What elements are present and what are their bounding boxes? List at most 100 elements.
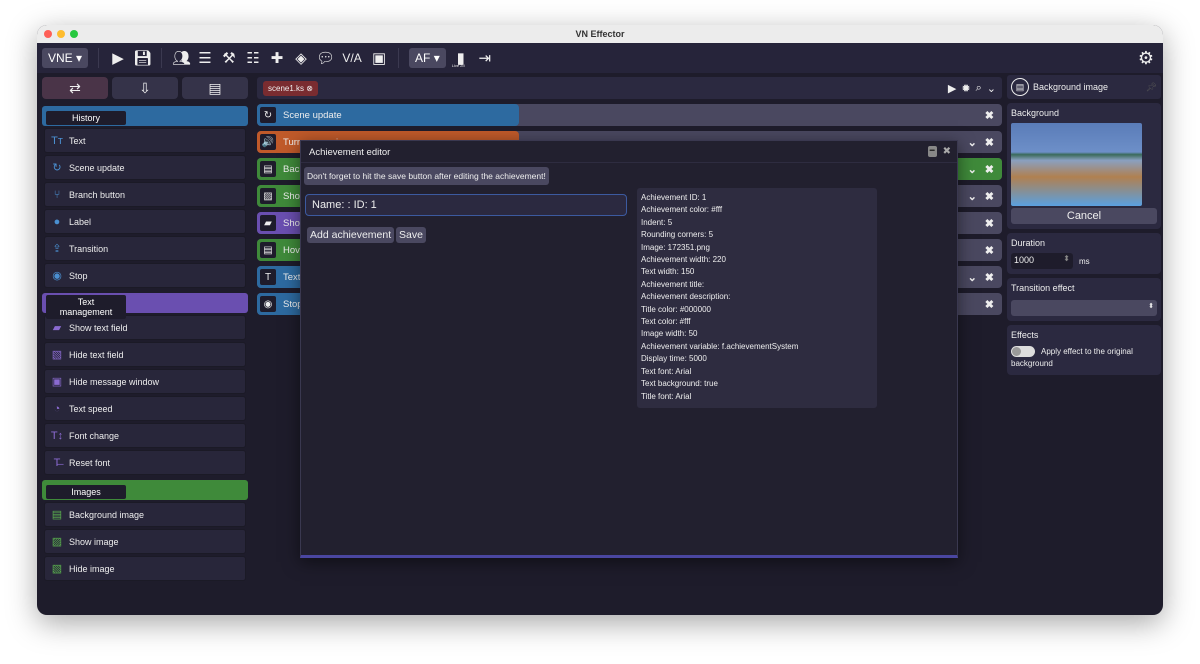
palette-item[interactable]: ↻ Scene update: [44, 155, 246, 180]
chevron-down-icon[interactable]: ⌄: [968, 190, 977, 203]
delete-icon[interactable]: ✖: [985, 244, 994, 257]
va-icon[interactable]: V/A: [340, 51, 364, 65]
row-icon: ▨: [259, 187, 277, 205]
palette-item-label: Transition: [69, 243, 109, 254]
properties-panel: ▤ Background image 📌︎ Background Cancel Du…: [1007, 75, 1161, 615]
search-icon[interactable]: ⌕: [976, 82, 982, 95]
palette-item[interactable]: Tт Text: [44, 128, 246, 153]
layers-icon[interactable]: ◈: [292, 49, 310, 67]
file-tab[interactable]: scene1.ks ⊗: [263, 80, 318, 96]
section-header: Images: [42, 480, 248, 500]
script-row[interactable]: ↻ Scene update ✖: [257, 104, 1002, 126]
script-editor: scene1.ks ⊗ ▶✹⌕⌄ ↻Scene update✖🔊Turn on …: [255, 75, 1004, 615]
section-title: Text management: [46, 295, 126, 319]
duration-label: Duration: [1011, 238, 1046, 248]
palette-item[interactable]: ◔ Text speed: [44, 396, 246, 421]
close-window-button[interactable]: [44, 30, 52, 38]
cancel-button[interactable]: Cancel: [1011, 208, 1157, 224]
add-achievement-button[interactable]: Add achievement: [307, 227, 395, 243]
duration-input[interactable]: 1000 ⬍: [1011, 253, 1073, 269]
row-label: Scene update: [283, 109, 342, 121]
list-icon[interactable]: ☷: [244, 49, 262, 67]
palette-item[interactable]: T̶ Reset font: [44, 450, 246, 475]
characters-icon[interactable]: 👥︎: [172, 49, 191, 67]
play-icon[interactable]: ▶: [948, 82, 956, 95]
transition-effect-select[interactable]: ⬍: [1011, 300, 1157, 316]
minimize-window-button[interactable]: [57, 30, 65, 38]
pin-icon[interactable]: 📌︎: [1146, 82, 1157, 93]
duration-unit: ms: [1079, 256, 1090, 266]
palette-item[interactable]: ▨ Show image: [44, 529, 246, 554]
save-button[interactable]: Save: [396, 227, 426, 243]
palette-item[interactable]: ⑂ Branch button: [44, 182, 246, 207]
palette-item-icon: ▤: [51, 509, 63, 521]
settings-sliders-icon[interactable]: ☰: [196, 49, 214, 67]
apply-effect-toggle[interactable]: [1011, 346, 1035, 358]
window-icon[interactable]: ▣: [370, 49, 388, 67]
delete-icon[interactable]: ✖: [985, 190, 994, 203]
section-title: History: [46, 111, 126, 125]
stepper-icon[interactable]: ⬍: [1063, 254, 1070, 263]
achievement-select-value: Name: : ID: 1: [312, 199, 377, 211]
title-bar: VN Effector: [37, 25, 1163, 43]
delete-icon[interactable]: ✖: [985, 217, 994, 230]
detail-line: Display time: 5000: [641, 354, 707, 364]
toolbar: VNE ▾ ▶ 💾︎ 👥︎ ☰ ⚒ ☷ ✚ ◈ 💬︎ V/A ▣ AF ▾ ▮ L…: [37, 43, 1163, 73]
delete-icon[interactable]: ✖: [985, 163, 994, 176]
tab-flow[interactable]: ⇄: [42, 77, 108, 99]
live2d-icon[interactable]: ▮ Live 2d: [451, 49, 470, 68]
chevron-down-icon[interactable]: ⌄: [987, 82, 996, 95]
palette-item-icon: ⑂: [53, 188, 61, 201]
palette-item-icon: ◉: [52, 270, 62, 282]
export-icon[interactable]: ⇥: [476, 49, 494, 67]
zoom-window-button[interactable]: [70, 30, 78, 38]
save-icon[interactable]: 💾︎: [133, 49, 152, 67]
chevron-down-icon[interactable]: ⌄: [968, 271, 977, 284]
close-icon[interactable]: ✖: [943, 146, 951, 157]
palette-item-icon: ▧: [51, 563, 63, 575]
palette-item-icon: Tт: [51, 134, 63, 147]
palette-item[interactable]: ▣ Hide message window: [44, 369, 246, 394]
palette-item-label: Branch button: [69, 189, 126, 200]
vne-menu-button[interactable]: VNE ▾: [42, 48, 89, 68]
palette-item[interactable]: ▧ Hide image: [44, 556, 246, 581]
detail-line: Rounding corners: 5: [641, 230, 714, 240]
chevron-down-icon[interactable]: ⌄: [968, 163, 977, 176]
background-thumbnail[interactable]: [1011, 123, 1142, 206]
palette-item[interactable]: ● Label: [44, 209, 246, 234]
hammer-icon[interactable]: ⚒: [220, 49, 238, 67]
puzzle-icon[interactable]: ✚: [268, 49, 286, 67]
tab-document[interactable]: ▤: [182, 77, 248, 99]
af-menu-button[interactable]: AF ▾: [409, 48, 446, 68]
detail-line: Achievement width: 220: [641, 255, 726, 265]
delete-icon[interactable]: ✖: [985, 271, 994, 284]
delete-icon[interactable]: ✖: [985, 298, 994, 311]
palette-item[interactable]: ▧ Hide text field: [44, 342, 246, 367]
row-icon: 🔊: [259, 133, 277, 151]
detail-line: Text width: 150: [641, 267, 695, 277]
palette-item[interactable]: ◉ Stop: [44, 263, 246, 288]
palette-item-label: Hide message window: [69, 376, 160, 387]
bug-icon[interactable]: ✹: [961, 82, 970, 95]
speech-bubble-icon[interactable]: 💬︎: [316, 49, 335, 67]
live2d-label: Live 2d: [451, 63, 465, 68]
palette-item[interactable]: T↕ Font change: [44, 423, 246, 448]
transition-effect-label: Transition effect: [1011, 283, 1075, 293]
effects-label: Effects: [1011, 330, 1039, 340]
row-icon: T: [259, 268, 277, 286]
palette-item-label: Show text field: [69, 322, 128, 333]
palette-item[interactable]: ▤ Background image: [44, 502, 246, 527]
achievement-select[interactable]: Name: : ID: 1: [305, 194, 627, 216]
palette-item[interactable]: ⇪ Transition: [44, 236, 246, 261]
gear-icon[interactable]: ⚙: [1137, 48, 1155, 69]
delete-icon[interactable]: ✖: [985, 136, 994, 149]
minimize-icon[interactable]: ━: [927, 146, 937, 157]
save-reminder: Don't forget to hit the save button afte…: [304, 167, 549, 185]
detail-line: Title font: Arial: [641, 391, 692, 401]
play-icon[interactable]: ▶: [109, 49, 127, 67]
delete-icon[interactable]: ✖: [985, 109, 994, 122]
row-icon: ◉: [259, 295, 277, 313]
palette-item-icon: ▨: [51, 536, 63, 548]
chevron-down-icon[interactable]: ⌄: [968, 136, 977, 149]
tab-import[interactable]: ⇩: [112, 77, 178, 99]
